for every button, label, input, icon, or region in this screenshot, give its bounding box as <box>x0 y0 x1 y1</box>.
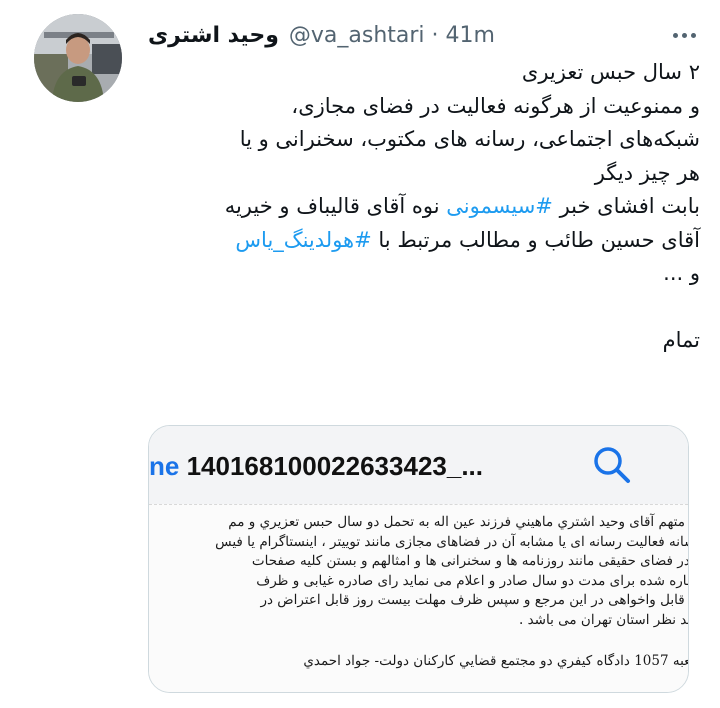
separator-dot: · <box>431 22 439 48</box>
tweet-text-segment: شبکه‌های اجتماعی، رسانه های مکتوب، سخنرا… <box>239 127 700 151</box>
more-dot <box>681 32 687 38</box>
author-handle[interactable]: @va_ashtari <box>289 23 425 48</box>
more-dot <box>690 32 696 38</box>
document-line: ت متهم آقای وحید اشتري ماهيني فرزند عين … <box>228 514 689 530</box>
search-query-text: 140168100022633423_... <box>186 451 483 481</box>
author-avatar[interactable] <box>34 14 122 102</box>
tweet-text-segment: هر چیز دیگر <box>594 160 700 185</box>
more-options-icon[interactable] <box>666 20 702 50</box>
search-icon <box>591 444 633 486</box>
tweet-text-segment: تمام <box>662 328 700 352</box>
tweet-line: ۲ سال حبس تعزیری <box>148 56 700 90</box>
search-query-prefix: ne <box>149 451 180 481</box>
document-body: ت متهم آقای وحید اشتري ماهيني فرزند عين … <box>149 513 689 630</box>
hashtag-link[interactable]: #هولدینگ_یاس <box>235 228 371 252</box>
search-bar: ne 140168100022633423_... <box>149 426 688 504</box>
tweet-text-segment: و ممنوعیت از هرگونه فعالیت در فضای مجازی… <box>291 93 700 118</box>
tweet-line: آقای حسین طائب و مطالب مرتبط با #هولدینگ… <box>148 224 700 258</box>
tweet-text-segment: ۲ سال حبس تعزیری <box>521 60 700 84</box>
tweet-line: هر چیز دیگر <box>148 157 700 191</box>
tweet-line: بابت افشای خبر #سیسمونی نوه آقای قالیباف… <box>148 190 700 224</box>
tweet-text-segment: بابت افشای خبر <box>552 194 700 218</box>
tweet-line: تمام <box>148 324 700 358</box>
tweet-text-segment: آقای حسین طائب و مطالب مرتبط با <box>371 227 700 252</box>
document-line: رسانه فعالیت رسانه ای یا مشابه آن در فضا… <box>215 533 689 550</box>
court-document: ت متهم آقای وحید اشتري ماهيني فرزند عين … <box>149 504 689 692</box>
tweet-line: و ... <box>148 257 700 291</box>
document-line: اشاره شده برای مدت دو سال صادر و اعلام م… <box>256 572 689 589</box>
document-line: وز قابل واخواهی در این مرجع و سپس ظرف مه… <box>260 592 689 608</box>
hashtag-link[interactable]: #سیسمونی <box>446 194 553 218</box>
tweet-line: و ممنوعیت از هرگونه فعالیت در فضای مجازی… <box>148 90 700 124</box>
tweet-header: وحید اشتری @va_ashtari · 41m <box>148 20 495 50</box>
document-line: یا در فضای حقیقی مانند روزنامه ها و سخنر… <box>251 553 689 569</box>
search-query: ne 140168100022633423_... <box>149 444 483 488</box>
more-dot <box>672 32 678 38</box>
tweet-timestamp[interactable]: 41m <box>446 23 495 48</box>
document-footer: شعبه 1057 دادگاه کیفري دو مجتمع قضايي کا… <box>303 653 688 669</box>
document-line: بدید نظر استان تهران می باشد . <box>518 611 689 628</box>
tweet-line: شبکه‌های اجتماعی، رسانه های مکتوب، سخنرا… <box>148 123 700 157</box>
tweet-text-segment: نوه آقای قالیباف و خیریه <box>224 194 447 218</box>
tweet-text-segment: و ... <box>663 261 700 285</box>
tweet-text: ۲ سال حبس تعزیری و ممنوعیت از هرگونه فعال… <box>148 56 700 358</box>
tweet-media-image[interactable]: ne 140168100022633423_... ت متهم آقای وح… <box>148 425 689 693</box>
author-display-name[interactable]: وحید اشتری <box>148 23 279 48</box>
